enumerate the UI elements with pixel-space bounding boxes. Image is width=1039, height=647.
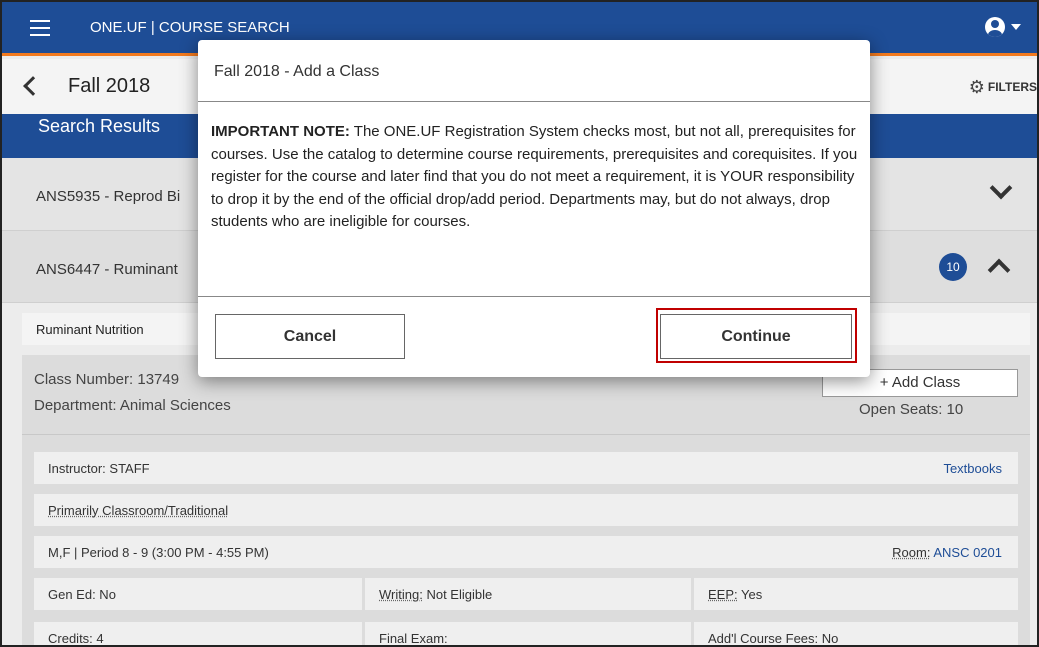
continue-button[interactable]: Continue (660, 314, 852, 359)
important-note-label: IMPORTANT NOTE: (211, 123, 350, 140)
divider (198, 101, 870, 102)
dialog-message: IMPORTANT NOTE: The ONE.UF Registration … (211, 121, 861, 234)
app-frame: ONE.UF | COURSE SEARCH Fall 2018 ⚙ FILTE… (0, 0, 1039, 647)
add-class-dialog: Fall 2018 - Add a Class IMPORTANT NOTE: … (198, 40, 870, 377)
cancel-button[interactable]: Cancel (215, 314, 405, 359)
dialog-title: Fall 2018 - Add a Class (214, 63, 380, 80)
divider (198, 296, 870, 297)
